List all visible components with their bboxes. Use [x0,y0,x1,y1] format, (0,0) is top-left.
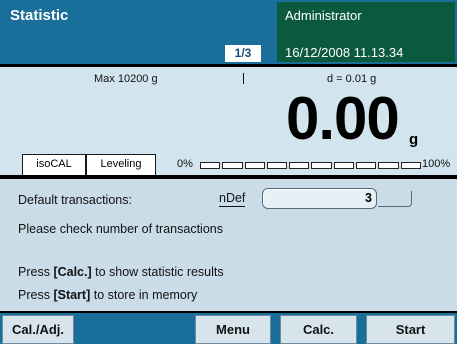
start-key-hint: [Start] [53,288,91,302]
calc-instruction: Press [Calc.] to show statistic results [18,265,224,279]
capacity-bar-segment [333,162,355,169]
tab-isocal[interactable]: isoCAL [22,154,86,175]
calc-instruction-suffix: to show statistic results [91,265,224,279]
weight-value: 0.00 [286,85,400,152]
user-name: Administrator [285,8,362,23]
menu-button[interactable]: Menu [195,315,271,344]
header-bar: Statistic 1/3 Administrator 16/12/2008 1… [0,0,457,64]
default-transactions-label: Default transactions: [18,193,132,207]
page-indicator[interactable]: 1/3 [225,45,261,62]
calc-key-hint: [Calc.] [53,265,92,279]
readability-label: d = 0.01 g [327,73,377,85]
start-instruction-prefix: Press [18,288,54,302]
datetime: 16/12/2008 11.13.34 [285,45,404,60]
capacity-bar-segment [200,162,221,169]
capacity-bar-segment [400,162,421,169]
ndef-tag: nDef [219,191,246,207]
weighing-display: Max 10200 g d = 0.01 g 0.00 g isoCAL Lev… [0,67,457,175]
capacity-bar-segment [266,162,288,169]
capacity-min-label: 0% [177,158,193,170]
capacity-bar-segment [356,162,377,169]
start-instruction-suffix: to store in memory [90,288,198,302]
app-title: Statistic [10,7,69,24]
user-panel: Administrator 16/12/2008 11.13.34 [277,2,455,62]
weight-unit: g [409,131,419,148]
capacity-marker [243,73,244,84]
capacity-max-label: 100% [422,158,451,170]
balance-screen: Statistic 1/3 Administrator 16/12/2008 1… [0,0,457,344]
statistic-panel: Default transactions: nDef 3 Please chec… [0,179,457,311]
calc-button[interactable]: Calc. [280,315,357,344]
input-frame [378,191,412,207]
capacity-bar-segment [222,162,243,169]
start-button[interactable]: Start [366,315,455,344]
transactions-input[interactable]: 3 [262,188,377,209]
cal-adj-button[interactable]: Cal./Adj. [2,315,74,344]
check-message: Please check number of transactions [18,222,223,236]
start-instruction: Press [Start] to store in memory [18,288,197,302]
softkey-bar: Cal./Adj. Menu Calc. Start [0,313,457,344]
capacity-bar-segment [244,162,265,169]
capacity-bar-segment [289,162,310,169]
capacity-bar-segment [378,162,399,169]
tab-leveling[interactable]: Leveling [86,154,156,175]
calc-instruction-prefix: Press [18,265,54,279]
max-capacity-label: Max 10200 g [94,73,158,85]
capacity-bar [200,162,421,169]
capacity-bar-segment [311,162,332,169]
